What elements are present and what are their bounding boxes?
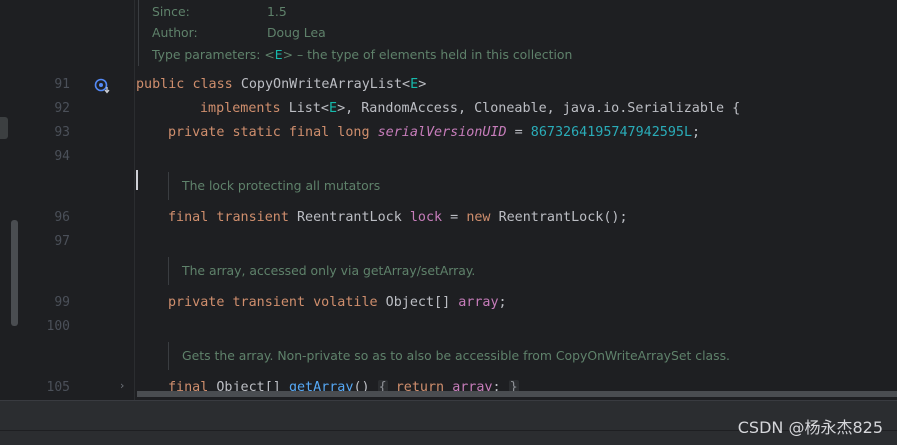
code-token: ;	[498, 295, 507, 310]
javadoc-type-params-gt: >	[282, 47, 294, 62]
type-object-array[interactable]: Object[]	[386, 295, 451, 310]
javadoc-border	[138, 0, 139, 66]
type-reentrant-lock[interactable]: ReentrantLock	[297, 210, 402, 225]
text-caret	[136, 170, 138, 190]
line-number: 96	[54, 210, 70, 225]
code-token: >	[418, 77, 427, 92]
javadoc-type-params-label: Type parameters:	[152, 47, 261, 62]
keyword-public: public	[136, 77, 185, 92]
javadoc-author-value: Doug Lea	[267, 25, 326, 40]
interface-list-rest[interactable]: >, RandomAccess, Cloneable, java.io.Seri…	[337, 101, 740, 116]
code-line-92[interactable]: implements List<E>, RandomAccess, Clonea…	[200, 101, 740, 116]
javadoc-lock-text: The lock protecting all mutators	[182, 178, 381, 193]
javadoc-type-param-e[interactable]: E	[275, 47, 283, 62]
javadoc-author-label: Author:	[152, 25, 198, 40]
class-name[interactable]: CopyOnWriteArrayList<	[241, 77, 410, 92]
vertical-scrollbar-thumb[interactable]	[11, 220, 18, 326]
line-number: 100	[46, 319, 70, 334]
type-param-e[interactable]: E	[329, 101, 337, 116]
javadoc-type-params-lt: <	[264, 47, 275, 62]
line-number: 94	[54, 149, 70, 164]
code-token: ;	[692, 125, 701, 140]
editor-gutter	[20, 0, 134, 400]
code-line-99[interactable]: private transient volatile Object[] arra…	[168, 295, 507, 310]
line-number: 105	[46, 380, 70, 395]
field-lock[interactable]: lock	[410, 210, 442, 225]
field-array[interactable]: array	[458, 295, 498, 310]
line-number: 97	[54, 234, 70, 249]
field-serial-version-uid[interactable]: serialVersionUID	[378, 125, 507, 140]
watermark-text: CSDN @杨永杰825	[737, 418, 883, 437]
code-line-93[interactable]: private static final long serialVersionU…	[168, 125, 700, 140]
code-line-96[interactable]: final transient ReentrantLock lock = new…	[168, 210, 628, 225]
keyword-implements: implements	[200, 101, 281, 116]
interface-list[interactable]: List<	[289, 101, 329, 116]
keyword-modifiers: private static final long	[168, 125, 370, 140]
tool-window-tab[interactable]	[0, 117, 8, 139]
override-marker-icon[interactable]	[94, 78, 112, 94]
horizontal-scrollbar-thumb[interactable]	[137, 391, 897, 397]
code-token: =	[442, 210, 467, 225]
javadoc-type-params-row: Type parameters: <E> – the type of eleme…	[152, 47, 572, 62]
javadoc-author-row: Author: Doug Lea	[152, 25, 326, 40]
javadoc-lock: The lock protecting all mutators	[168, 172, 380, 200]
javadoc-since-value: 1.5	[267, 4, 287, 19]
keyword-modifiers: private transient volatile	[168, 295, 378, 310]
keyword-new: new	[466, 210, 491, 225]
line-number: 92	[54, 101, 70, 116]
javadoc-type-params-desc: – the type of elements held in this coll…	[293, 47, 573, 62]
line-number: 91	[54, 77, 70, 92]
line-number: 99	[54, 295, 70, 310]
keyword-class: class	[192, 77, 233, 92]
constructor-call[interactable]: ReentrantLock();	[499, 210, 628, 225]
line-number: 93	[54, 125, 70, 140]
number-literal[interactable]: 8673264195747942595L	[531, 125, 692, 140]
code-token: =	[506, 125, 531, 140]
type-param-e[interactable]: E	[410, 77, 418, 92]
code-line-91[interactable]: public class CopyOnWriteArrayList<E>	[136, 77, 426, 92]
javadoc-array: The array, accessed only via getArray/se…	[168, 257, 475, 285]
keyword-modifiers: final transient	[168, 210, 289, 225]
javadoc-since-row: Since: 1.5	[152, 4, 287, 19]
javadoc-get-array-text: Gets the array. Non-private so as to als…	[182, 348, 730, 363]
javadoc-since-label: Since:	[152, 4, 190, 19]
javadoc-array-text: The array, accessed only via getArray/se…	[182, 263, 476, 278]
chevron-right-icon[interactable]: ›	[120, 379, 124, 392]
left-tool-strip	[0, 0, 20, 400]
javadoc-get-array: Gets the array. Non-private so as to als…	[168, 342, 730, 370]
